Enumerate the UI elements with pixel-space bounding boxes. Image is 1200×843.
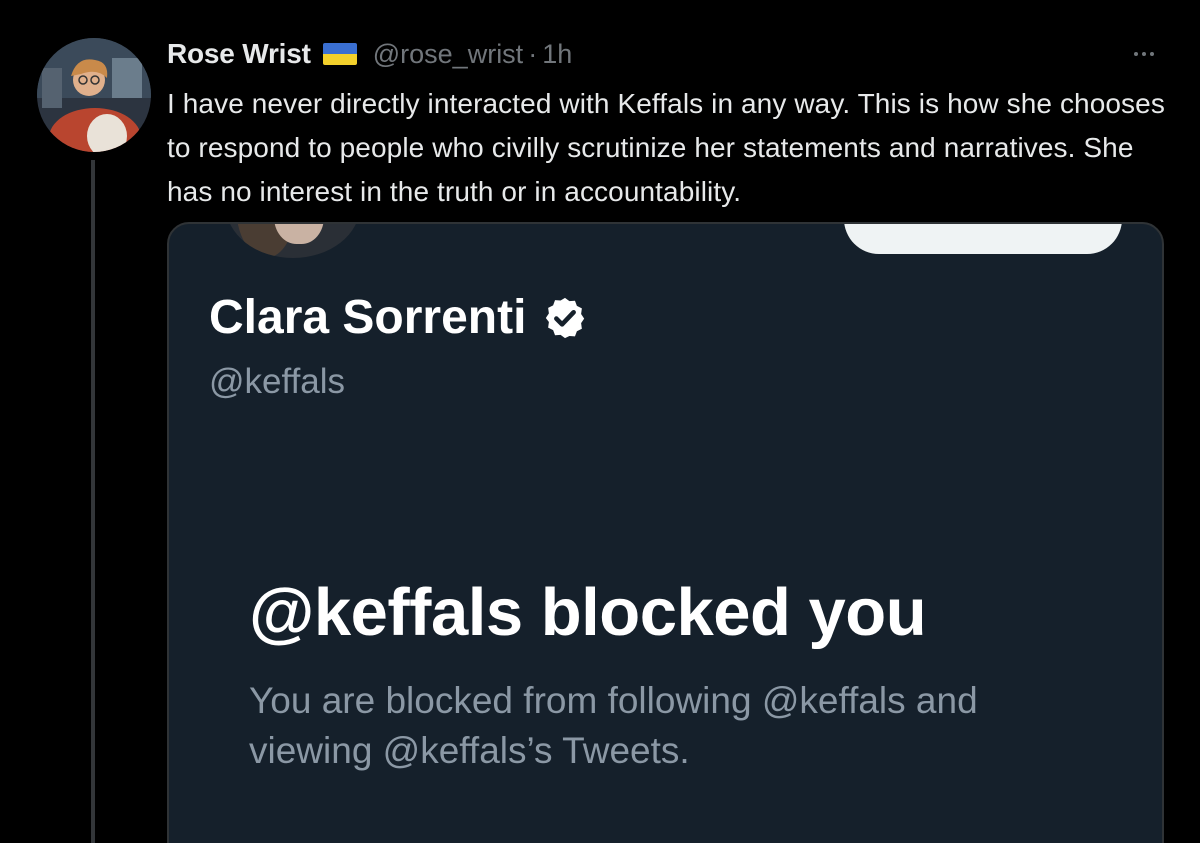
media-profile-name-row: Clara Sorrenti [209,290,588,345]
tweet-timestamp[interactable]: 1h [542,39,572,70]
author-display-name[interactable]: Rose Wrist [167,38,311,70]
ukraine-flag-icon [322,43,357,65]
avatar[interactable] [37,38,151,152]
media-screenshot[interactable]: Clara Sorrenti @keffals @keffals blocked… [167,222,1164,843]
media-profile-handle: @keffals [209,362,346,401]
thread-line [91,160,95,843]
tweet-text: I have never directly interacted with Ke… [167,88,1165,207]
meta-separator: · [528,38,538,69]
tweet-header: Rose Wrist @rose_wrist · 1h [167,36,572,72]
verified-badge-icon [546,297,585,338]
more-options-icon[interactable] [1124,40,1164,68]
blocked-description: You are blocked from following @keffals … [249,680,978,771]
media-action-button [844,224,1122,254]
blocked-title: @keffals blocked you [249,575,927,650]
media-profile-name: Clara Sorrenti [209,291,527,344]
media-profile-avatar [226,224,360,258]
author-handle[interactable]: @rose_wrist [373,39,523,70]
tweet[interactable]: Rose Wrist @rose_wrist · 1h I have never… [0,0,1200,843]
